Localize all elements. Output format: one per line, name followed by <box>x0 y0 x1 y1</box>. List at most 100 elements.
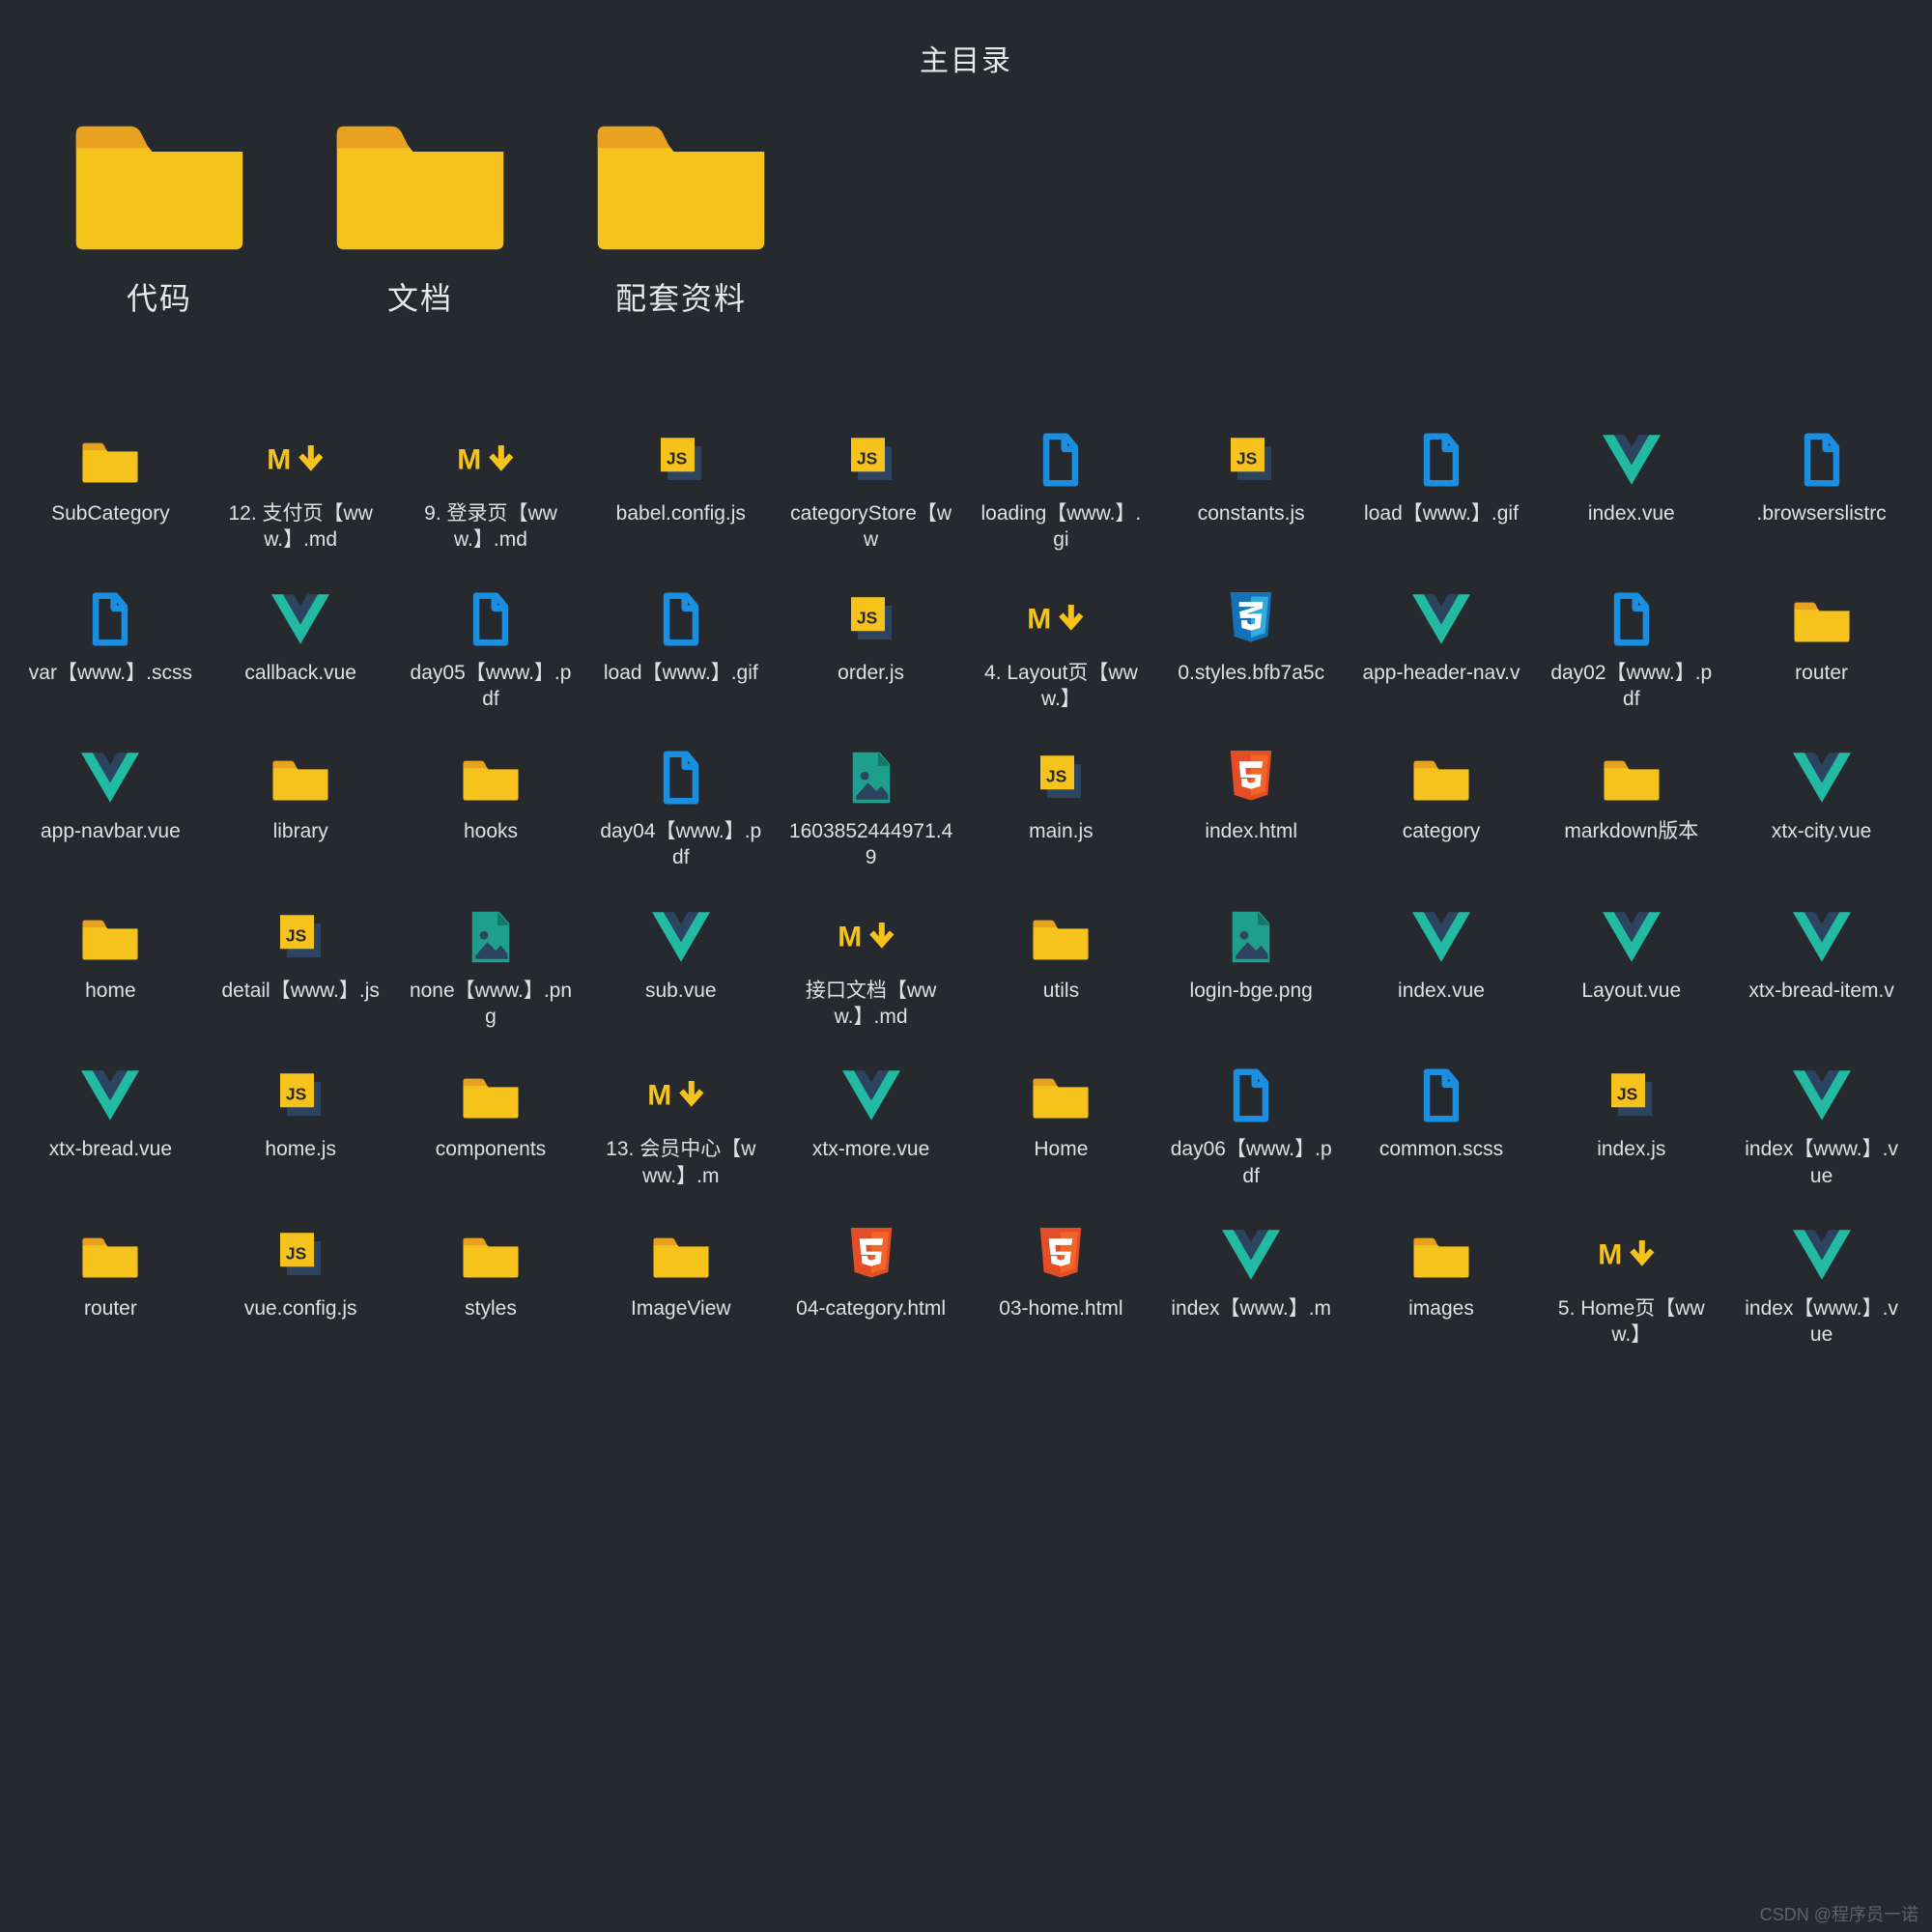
top-folder[interactable]: 配套资料 <box>589 108 773 319</box>
folder-icon <box>1026 908 1095 966</box>
grid-item[interactable]: JS babel.config.js <box>591 425 770 559</box>
grid-item[interactable]: markdown版本 <box>1542 743 1720 877</box>
grid-item[interactable]: JS constants.js <box>1162 425 1341 559</box>
item-label: day02【www.】.pdf <box>1549 660 1714 713</box>
item-label: xtx-more.vue <box>812 1136 929 1162</box>
item-label: constants.js <box>1198 500 1305 526</box>
grid-item[interactable]: JS home.js <box>212 1061 390 1195</box>
grid-item[interactable]: library <box>212 743 390 877</box>
grid-item[interactable]: Layout.vue <box>1542 902 1720 1037</box>
js-icon: JS <box>1597 1066 1666 1124</box>
grid-item[interactable]: none【www.】.png <box>402 902 581 1037</box>
grid-item[interactable]: index.vue <box>1542 425 1720 559</box>
svg-text:M: M <box>1028 603 1052 635</box>
grid-item[interactable]: day06【www.】.pdf <box>1162 1061 1341 1195</box>
grid-item[interactable]: styles <box>402 1220 581 1354</box>
grid-item[interactable]: day05【www.】.pdf <box>402 584 581 719</box>
grid-item[interactable]: load【www.】.gif <box>591 584 770 719</box>
vue-icon <box>1216 1226 1286 1284</box>
item-label: index.html <box>1205 818 1297 844</box>
grid-item[interactable]: router <box>21 1220 200 1354</box>
grid-item[interactable]: index【www.】.m <box>1162 1220 1341 1354</box>
grid-item[interactable]: sub.vue <box>591 902 770 1037</box>
grid-item[interactable]: M 4. Layout页【www.】 <box>972 584 1151 719</box>
folder-icon <box>68 108 251 253</box>
vue-icon <box>1787 908 1857 966</box>
vue-icon <box>837 1066 906 1124</box>
grid-item[interactable]: M 5. Home页【www.】 <box>1542 1220 1720 1354</box>
grid-item[interactable]: M 接口文档【www.】.md <box>781 902 960 1037</box>
file-blue-icon <box>1787 431 1857 489</box>
grid-item[interactable]: index.html <box>1162 743 1341 877</box>
top-folder[interactable]: 代码 <box>68 108 251 319</box>
item-label: callback.vue <box>244 660 356 686</box>
grid-item[interactable]: xtx-bread-item.v <box>1732 902 1911 1037</box>
grid-item[interactable]: JS detail【www.】.js <box>212 902 390 1037</box>
folder-icon <box>75 431 145 489</box>
grid-item[interactable]: login-bge.png <box>1162 902 1341 1037</box>
item-label: 12. 支付页【www.】.md <box>218 500 383 554</box>
md-icon: M <box>1597 1226 1666 1284</box>
grid-item[interactable]: load【www.】.gif <box>1352 425 1531 559</box>
grid-item[interactable]: router <box>1732 584 1911 719</box>
grid-item[interactable]: 03-home.html <box>972 1220 1151 1354</box>
top-folder[interactable]: 文档 <box>328 108 512 319</box>
grid-item[interactable]: home <box>21 902 200 1037</box>
grid-item[interactable]: 04-category.html <box>781 1220 960 1354</box>
svg-text:M: M <box>267 444 291 476</box>
grid-item[interactable]: .browserslistrc <box>1732 425 1911 559</box>
grid-item[interactable]: index【www.】.vue <box>1732 1220 1911 1354</box>
grid-item[interactable]: index【www.】.vue <box>1732 1061 1911 1195</box>
md-icon: M <box>837 908 906 966</box>
grid-item[interactable]: images <box>1352 1220 1531 1354</box>
folder-icon <box>75 1226 145 1284</box>
grid-item[interactable]: loading【www.】.gi <box>972 425 1151 559</box>
grid-item[interactable]: M 12. 支付页【www.】.md <box>212 425 390 559</box>
grid-item[interactable]: components <box>402 1061 581 1195</box>
svg-text:JS: JS <box>286 1085 306 1104</box>
grid-item[interactable]: app-header-nav.v <box>1352 584 1531 719</box>
grid-item[interactable]: utils <box>972 902 1151 1037</box>
folder-icon <box>1406 749 1476 807</box>
item-label: day06【www.】.pdf <box>1169 1136 1333 1189</box>
file-grid: SubCategory M 12. 支付页【www.】.md M 9. 登录页【… <box>0 425 1932 1354</box>
folder-icon <box>456 1066 526 1124</box>
item-label: index.js <box>1597 1136 1665 1162</box>
item-label: markdown版本 <box>1564 818 1698 844</box>
vue-icon <box>75 749 145 807</box>
svg-text:JS: JS <box>286 925 306 945</box>
js-icon: JS <box>266 908 335 966</box>
grid-item[interactable]: app-navbar.vue <box>21 743 200 877</box>
grid-item[interactable]: callback.vue <box>212 584 390 719</box>
grid-item[interactable]: JS main.js <box>972 743 1151 877</box>
md-icon: M <box>266 431 335 489</box>
item-label: day05【www.】.pdf <box>409 660 573 713</box>
grid-item[interactable]: JS categoryStore【ww <box>781 425 960 559</box>
item-label: components <box>436 1136 546 1162</box>
item-label: none【www.】.png <box>409 978 573 1031</box>
vue-icon <box>1597 431 1666 489</box>
grid-item[interactable]: category <box>1352 743 1531 877</box>
item-label: home.js <box>265 1136 336 1162</box>
grid-item[interactable]: JS index.js <box>1542 1061 1720 1195</box>
grid-item[interactable]: xtx-bread.vue <box>21 1061 200 1195</box>
grid-item[interactable]: var【www.】.scss <box>21 584 200 719</box>
grid-item[interactable]: JS order.js <box>781 584 960 719</box>
grid-item[interactable]: 0.styles.bfb7a5c <box>1162 584 1341 719</box>
grid-item[interactable]: hooks <box>402 743 581 877</box>
grid-item[interactable]: common.scss <box>1352 1061 1531 1195</box>
grid-item[interactable]: day02【www.】.pdf <box>1542 584 1720 719</box>
vue-icon <box>1787 749 1857 807</box>
grid-item[interactable]: Home <box>972 1061 1151 1195</box>
grid-item[interactable]: JS vue.config.js <box>212 1220 390 1354</box>
file-blue-icon <box>1406 431 1476 489</box>
grid-item[interactable]: 1603852444971.49 <box>781 743 960 877</box>
grid-item[interactable]: M 9. 登录页【www.】.md <box>402 425 581 559</box>
grid-item[interactable]: ImageView <box>591 1220 770 1354</box>
grid-item[interactable]: xtx-city.vue <box>1732 743 1911 877</box>
grid-item[interactable]: day04【www.】.pdf <box>591 743 770 877</box>
grid-item[interactable]: SubCategory <box>21 425 200 559</box>
grid-item[interactable]: xtx-more.vue <box>781 1061 960 1195</box>
grid-item[interactable]: M 13. 会员中心【www.】.m <box>591 1061 770 1195</box>
grid-item[interactable]: index.vue <box>1352 902 1531 1037</box>
